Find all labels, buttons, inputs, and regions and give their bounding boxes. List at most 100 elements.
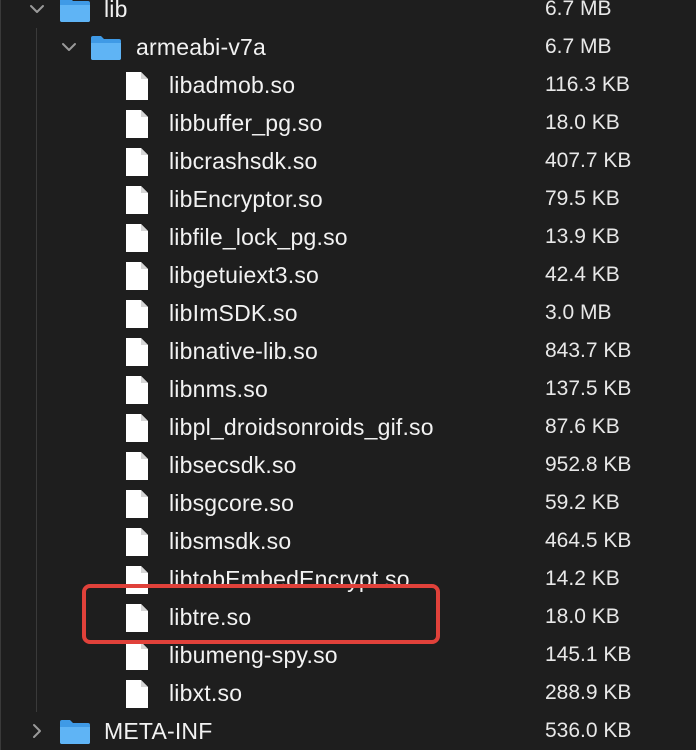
file-row[interactable]: libtre.so 18.0 KB: [0, 598, 696, 636]
file-row[interactable]: libsmsdk.so 464.5 KB: [0, 522, 696, 560]
file-name: libtobEmbedEncrypt.so: [169, 566, 410, 592]
file-name: libumeng-spy.so: [169, 642, 338, 668]
tree-guide: [36, 66, 37, 104]
column-divider: [0, 522, 1, 560]
file-row[interactable]: libfile_lock_pg.so 13.9 KB: [0, 218, 696, 256]
file-name: libsmsdk.so: [169, 528, 292, 554]
tree-guide: [36, 28, 37, 66]
folder-name: lib: [104, 0, 128, 22]
file-name: libpl_droidsonroids_gif.so: [169, 414, 434, 440]
column-divider: [0, 712, 1, 750]
column-divider: [0, 256, 1, 294]
file-size: 59.2 KB: [545, 491, 620, 514]
column-divider: [0, 408, 1, 446]
tree-guide: [36, 522, 37, 560]
file-name: libfile_lock_pg.so: [169, 224, 348, 250]
column-divider: [0, 294, 1, 332]
file-name: libnms.so: [169, 376, 268, 402]
folder-name: armeabi-v7a: [136, 34, 267, 60]
file-size: 79.5 KB: [545, 187, 620, 210]
folder-icon: [60, 0, 90, 22]
column-divider: [0, 104, 1, 142]
column-divider: [0, 484, 1, 522]
folder-row-armeabi-v7a[interactable]: armeabi-v7a 6.7 MB: [0, 28, 696, 66]
tree-guide: [36, 598, 37, 636]
tree-guide: [36, 408, 37, 446]
folder-row-lib[interactable]: lib 6.7 MB: [0, 0, 696, 28]
file-size: 137.5 KB: [545, 377, 632, 400]
column-divider: [0, 332, 1, 370]
file-name: libEncryptor.so: [169, 186, 323, 212]
file-row[interactable]: libsgcore.so 59.2 KB: [0, 484, 696, 522]
file-row[interactable]: libnms.so 137.5 KB: [0, 370, 696, 408]
file-size: 145.1 KB: [545, 643, 632, 666]
file-row[interactable]: libadmob.so 116.3 KB: [0, 66, 696, 104]
file-row[interactable]: libgetuiext3.so 42.4 KB: [0, 256, 696, 294]
file-name: libgetuiext3.so: [169, 262, 320, 288]
column-divider: [0, 636, 1, 674]
tree-guide: [36, 294, 37, 332]
folder-icon: [91, 36, 121, 60]
file-size: 18.0 KB: [545, 111, 620, 134]
tree-guide: [36, 446, 37, 484]
folder-icon: [60, 720, 90, 744]
document-icon: [126, 414, 148, 442]
column-divider: [0, 560, 1, 598]
tree-guide: [36, 674, 37, 712]
document-icon: [126, 110, 148, 138]
document-icon: [126, 338, 148, 366]
folder-row-meta-inf[interactable]: META-INF 536.0 KB: [0, 712, 696, 750]
folder-size: 536.0 KB: [545, 719, 632, 742]
file-name: libImSDK.so: [169, 300, 298, 326]
folder-size: 6.7 MB: [545, 35, 612, 58]
column-divider: [0, 142, 1, 180]
file-row[interactable]: libpl_droidsonroids_gif.so 87.6 KB: [0, 408, 696, 446]
document-icon: [126, 642, 148, 670]
file-size: 13.9 KB: [545, 225, 620, 248]
tree-guide: [36, 104, 37, 142]
file-size: 288.9 KB: [545, 681, 632, 704]
file-name: libtre.so: [169, 604, 252, 630]
file-row[interactable]: libnative-lib.so 843.7 KB: [0, 332, 696, 370]
document-icon: [126, 72, 148, 100]
file-name: libxt.so: [169, 680, 243, 706]
tree-guide: [36, 484, 37, 522]
column-divider: [0, 28, 1, 66]
file-row[interactable]: libcrashsdk.so 407.7 KB: [0, 142, 696, 180]
tree-guide: [36, 180, 37, 218]
column-divider: [0, 180, 1, 218]
document-icon: [126, 566, 148, 594]
file-row[interactable]: libbuffer_pg.so 18.0 KB: [0, 104, 696, 142]
file-name: libbuffer_pg.so: [169, 110, 323, 136]
file-row[interactable]: libImSDK.so 3.0 MB: [0, 294, 696, 332]
file-row[interactable]: libEncryptor.so 79.5 KB: [0, 180, 696, 218]
file-size: 87.6 KB: [545, 415, 620, 438]
document-icon: [126, 224, 148, 252]
tree-guide: [36, 142, 37, 180]
file-row[interactable]: libumeng-spy.so 145.1 KB: [0, 636, 696, 674]
document-icon: [126, 148, 148, 176]
file-size: 843.7 KB: [545, 339, 632, 362]
chevron-down-icon[interactable]: [60, 38, 78, 56]
chevron-right-icon[interactable]: [28, 722, 46, 740]
file-row[interactable]: libxt.so 288.9 KB: [0, 674, 696, 712]
file-size: 18.0 KB: [545, 605, 620, 628]
file-row[interactable]: libtobEmbedEncrypt.so 14.2 KB: [0, 560, 696, 598]
file-size: 407.7 KB: [545, 149, 632, 172]
file-name: libadmob.so: [169, 72, 296, 98]
file-name: libsgcore.so: [169, 490, 295, 516]
tree-guide: [36, 332, 37, 370]
column-divider: [0, 66, 1, 104]
file-size: 116.3 KB: [545, 73, 630, 96]
file-row[interactable]: libsecsdk.so 952.8 KB: [0, 446, 696, 484]
folder-size: 6.7 MB: [545, 0, 612, 20]
chevron-down-icon[interactable]: [28, 0, 46, 18]
tree-guide: [36, 560, 37, 598]
tree-guide: [36, 218, 37, 256]
column-divider: [0, 0, 1, 28]
column-divider: [0, 446, 1, 484]
file-name: libsecsdk.so: [169, 452, 297, 478]
file-name: libcrashsdk.so: [169, 148, 318, 174]
tree-guide: [36, 370, 37, 408]
file-size: 42.4 KB: [545, 263, 620, 286]
